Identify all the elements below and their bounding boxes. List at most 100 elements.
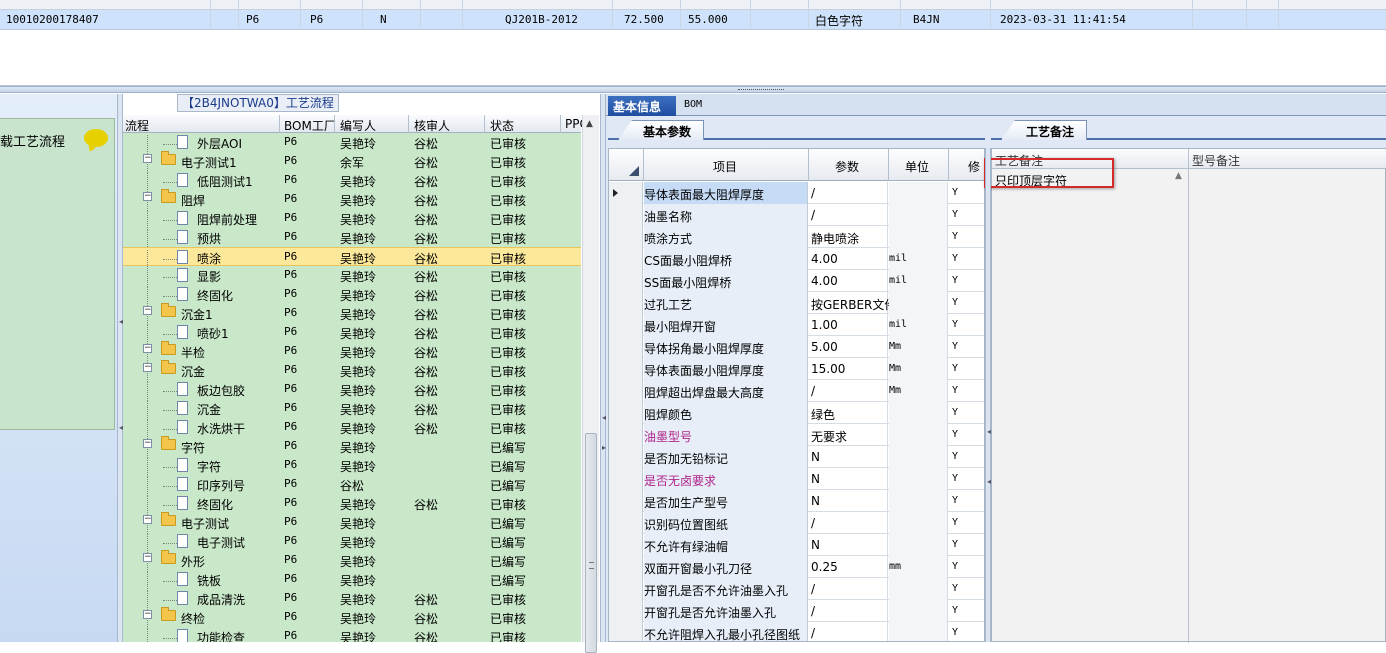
param-value[interactable]: N xyxy=(809,534,888,556)
flow-row[interactable]: 成品清洗 P6 吴艳玲 谷松 已审核 xyxy=(123,589,581,610)
param-modify-flag[interactable]: Y xyxy=(949,424,984,446)
flow-row[interactable]: 外层AOI P6 吴艳玲 谷松 已审核 xyxy=(123,133,581,154)
row-indicator[interactable] xyxy=(609,270,643,292)
param-row[interactable]: 喷涂方式 静电喷涂 Y xyxy=(609,226,984,248)
param-modify-flag[interactable]: Y xyxy=(949,380,984,402)
param-value[interactable]: 静电喷涂 xyxy=(809,226,888,248)
row-indicator[interactable] xyxy=(609,226,643,248)
subtab-basic-params[interactable]: 基本参数 xyxy=(618,120,705,140)
col-header-unit[interactable]: 单位 xyxy=(905,158,929,175)
param-row[interactable]: 是否加生产型号 N Y xyxy=(609,490,984,512)
flow-row[interactable]: − 沉金1 P6 吴艳玲 谷松 已审核 xyxy=(123,303,581,325)
collapse-toggle-icon[interactable]: − xyxy=(143,154,152,163)
param-row[interactable]: 导体表面最大阻焊厚度 / Y xyxy=(609,182,984,204)
row-indicator[interactable] xyxy=(609,358,643,380)
param-value[interactable]: / xyxy=(809,600,888,622)
param-value[interactable]: N xyxy=(809,446,888,468)
row-indicator[interactable] xyxy=(609,314,643,336)
flow-row[interactable]: 水洗烘干 P6 吴艳玲 谷松 已审核 xyxy=(123,418,581,439)
collapse-toggle-icon[interactable]: − xyxy=(143,439,152,448)
param-unit[interactable] xyxy=(889,446,948,468)
param-modify-flag[interactable]: Y xyxy=(949,622,984,641)
col-header-reviewer[interactable]: 核审人 xyxy=(414,117,450,134)
row-indicator[interactable] xyxy=(609,182,643,204)
param-value[interactable]: 绿色 xyxy=(809,402,888,424)
param-row[interactable]: 过孔工艺 按GERBER文件 Y xyxy=(609,292,984,314)
param-modify-flag[interactable]: Y xyxy=(949,468,984,490)
param-unit[interactable]: mil xyxy=(889,314,948,336)
param-unit[interactable]: Μm xyxy=(889,358,948,380)
scroll-thumb[interactable] xyxy=(585,433,597,653)
param-modify-flag[interactable]: Y xyxy=(949,314,984,336)
param-modify-flag[interactable]: Y xyxy=(949,446,984,468)
param-value[interactable]: / xyxy=(809,578,888,600)
param-modify-flag[interactable]: Y xyxy=(949,600,984,622)
param-modify-flag[interactable]: Y xyxy=(949,490,984,512)
row-indicator[interactable] xyxy=(609,490,643,512)
collapse-toggle-icon[interactable]: − xyxy=(143,192,152,201)
param-unit[interactable] xyxy=(889,622,948,641)
horizontal-splitter[interactable] xyxy=(0,86,1386,93)
flow-row[interactable]: − 电子测试 P6 吴艳玲 已编写 xyxy=(123,512,581,534)
param-modify-flag[interactable]: Y xyxy=(949,358,984,380)
param-value[interactable]: 4.00 xyxy=(809,248,888,270)
param-value[interactable]: 5.00 xyxy=(809,336,888,358)
param-modify-flag[interactable]: Y xyxy=(949,248,984,270)
param-modify-flag[interactable]: Y xyxy=(949,270,984,292)
row-indicator[interactable] xyxy=(609,424,643,446)
col-header-model-note[interactable]: 型号备注 xyxy=(1192,152,1240,169)
notes-splitter[interactable]: ◂ ◂ xyxy=(985,148,991,642)
col-header-author[interactable]: 编写人 xyxy=(340,117,376,134)
param-unit[interactable] xyxy=(889,600,948,622)
flow-row[interactable]: 铣板 P6 吴艳玲 已编写 xyxy=(123,570,581,591)
param-row[interactable]: 是否无卤要求 N Y xyxy=(609,468,984,490)
param-unit[interactable] xyxy=(889,182,948,204)
flow-row[interactable]: 低阻测试1 P6 吴艳玲 谷松 已审核 xyxy=(123,171,581,192)
param-row[interactable]: 是否加无铅标记 N Y xyxy=(609,446,984,468)
collapse-toggle-icon[interactable]: − xyxy=(143,306,152,315)
flow-row[interactable]: 阻焊前处理 P6 吴艳玲 谷松 已审核 xyxy=(123,209,581,230)
param-row[interactable]: 最小阻焊开窗 1.00 mil Y xyxy=(609,314,984,336)
param-value[interactable]: 15.00 xyxy=(809,358,888,380)
param-modify-flag[interactable]: Y xyxy=(949,578,984,600)
flow-row[interactable]: 印序列号 P6 谷松 已编写 xyxy=(123,475,581,496)
flow-row[interactable]: − 外形 P6 吴艳玲 已编写 xyxy=(123,550,581,572)
param-value[interactable]: 1.00 xyxy=(809,314,888,336)
param-modify-flag[interactable]: Y xyxy=(949,226,984,248)
param-row[interactable]: 导体拐角最小阻焊厚度 5.00 Μm Y xyxy=(609,336,984,358)
param-row[interactable]: CS面最小阻焊桥 4.00 mil Y xyxy=(609,248,984,270)
param-unit[interactable] xyxy=(889,292,948,314)
param-value[interactable]: N xyxy=(809,468,888,490)
flow-row[interactable]: 显影 P6 吴艳玲 谷松 已审核 xyxy=(123,266,581,287)
subtab-process-notes[interactable]: 工艺备注 xyxy=(1001,120,1088,140)
collapse-toggle-icon[interactable]: − xyxy=(143,610,152,619)
param-unit[interactable]: mil xyxy=(889,248,948,270)
col-header-item[interactable]: 项目 xyxy=(713,158,737,175)
param-value[interactable]: 无要求 xyxy=(809,424,888,446)
collapse-toggle-icon[interactable]: − xyxy=(143,363,152,372)
flow-row[interactable]: 喷涂 P6 吴艳玲 谷松 已审核 xyxy=(123,247,581,269)
flow-row[interactable]: 喷砂1 P6 吴艳玲 谷松 已审核 xyxy=(123,323,581,344)
param-modify-flag[interactable]: Y xyxy=(949,534,984,556)
flow-row[interactable]: 功能检查 P6 吴艳玲 谷松 已审核 xyxy=(123,627,581,642)
row-indicator[interactable] xyxy=(609,512,643,534)
param-unit[interactable] xyxy=(889,490,948,512)
param-unit[interactable] xyxy=(889,424,948,446)
flow-row[interactable]: − 阻焊 P6 吴艳玲 谷松 已审核 xyxy=(123,189,581,211)
flow-row[interactable]: 字符 P6 吴艳玲 已编写 xyxy=(123,456,581,477)
row-indicator[interactable] xyxy=(609,292,643,314)
flow-row[interactable]: 终固化 P6 吴艳玲 谷松 已审核 xyxy=(123,285,581,306)
row-indicator[interactable] xyxy=(609,622,643,641)
param-unit[interactable] xyxy=(889,204,948,226)
param-modify-flag[interactable]: Y xyxy=(949,336,984,358)
param-unit[interactable]: mm xyxy=(889,556,948,578)
col-header-bom-factory[interactable]: BOM工厂 xyxy=(284,117,336,134)
row-indicator[interactable] xyxy=(609,556,643,578)
row-indicator[interactable] xyxy=(609,204,643,226)
row-indicator[interactable] xyxy=(609,468,643,490)
collapse-toggle-icon[interactable]: − xyxy=(143,553,152,562)
param-row[interactable]: 双面开窗最小孔刀径 0.25 mm Y xyxy=(609,556,984,578)
param-modify-flag[interactable]: Y xyxy=(949,402,984,424)
row-indicator[interactable] xyxy=(609,534,643,556)
param-value[interactable]: / xyxy=(809,380,888,402)
